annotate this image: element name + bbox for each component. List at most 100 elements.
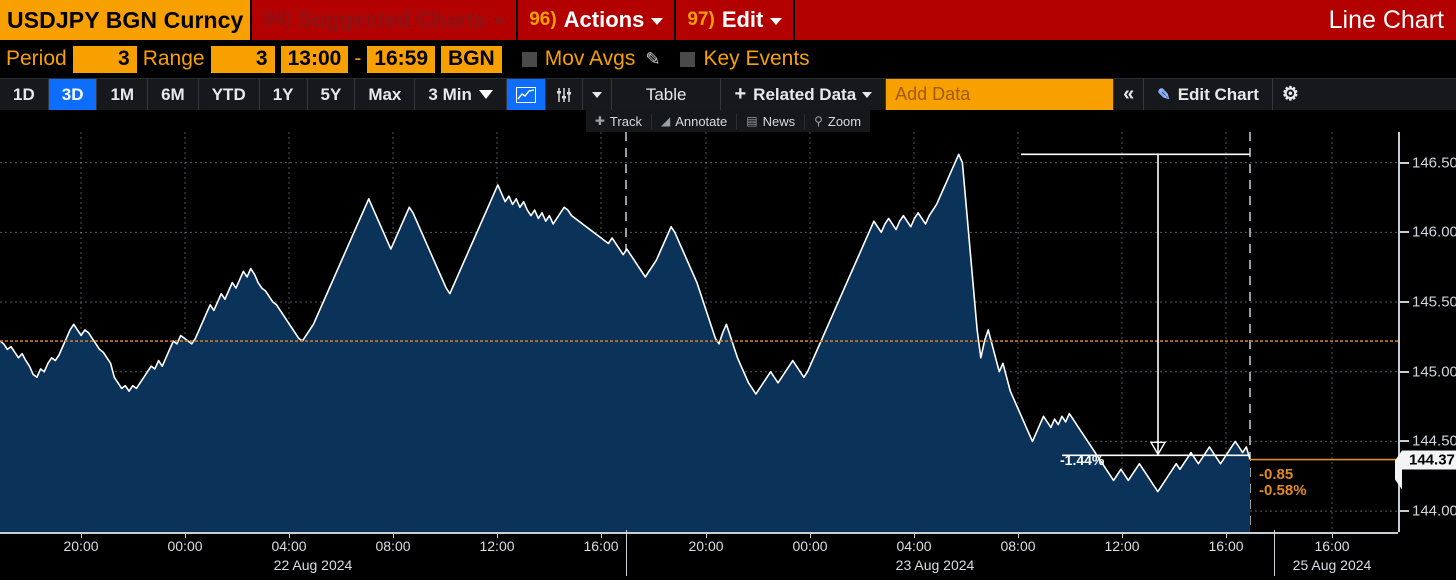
x-axis-tick-mark <box>1122 532 1123 538</box>
actions-button[interactable]: 96) Actions <box>518 0 677 40</box>
time-dash: - <box>354 47 362 70</box>
annotate-label: Annotate <box>675 113 728 129</box>
add-data-placeholder: Add Data <box>895 84 971 104</box>
suggested-charts-button[interactable]: 94) Suggested Charts <box>252 0 519 40</box>
zoom-label: Zoom <box>827 113 862 129</box>
mov-avgs-label: Mov Avgs <box>544 47 636 70</box>
mov-avgs-toggle[interactable]: Mov Avgs ✎ <box>521 47 660 71</box>
table-button[interactable]: Table <box>612 79 722 110</box>
chart-type-line-button[interactable] <box>506 79 546 110</box>
x-axis-tick-mark <box>810 532 811 538</box>
x-axis-tick-mark <box>289 532 290 538</box>
x-axis-tick-label: 12:00 <box>1104 538 1140 554</box>
edit-button[interactable]: 97) Edit <box>676 0 796 40</box>
news-icon: ▤ <box>746 114 758 128</box>
y-axis-tick-label: 146.50 <box>1412 154 1456 172</box>
x-axis-day-separator <box>626 530 627 576</box>
chevron-down-icon <box>770 18 783 25</box>
related-data-button[interactable]: + Related Data <box>721 79 887 110</box>
y-axis-tick-mark <box>1400 301 1409 304</box>
range-button-1d[interactable]: 1D <box>0 79 49 110</box>
range-button-ytd[interactable]: YTD <box>199 79 260 110</box>
related-data-label: Related Data <box>753 84 857 104</box>
change-abs-annotation: -0.85 <box>1259 466 1294 483</box>
y-axis-tick-label: 144.00 <box>1412 502 1456 520</box>
checkbox-icon[interactable] <box>521 51 537 67</box>
time-end-input[interactable]: 16:59 <box>367 45 436 73</box>
bloomberg-chart-window: USDJPY BGN Curncy 94) Suggested Charts 9… <box>0 0 1456 580</box>
plot-canvas[interactable] <box>0 132 1398 532</box>
drop-percent-annotation: -1.44% <box>1060 452 1105 468</box>
y-axis-tick-label: 146.00 <box>1412 223 1456 241</box>
edit-number: 97) <box>687 9 715 30</box>
news-tool-button[interactable]: ▤ News <box>737 113 806 129</box>
sliders-icon <box>556 87 571 102</box>
x-axis-date-label: 25 Aug 2024 <box>1292 557 1372 573</box>
range-button-max[interactable]: Max <box>355 79 416 110</box>
annotate-tool-button[interactable]: ◢ Annotate <box>652 113 738 129</box>
time-start-input[interactable]: 13:00 <box>280 45 349 73</box>
range-input[interactable]: 3 <box>210 45 275 73</box>
y-axis: 146.50 146.00 145.50 145.00 144.50 144.00 144… <box>1395 132 1456 532</box>
x-axis-tick-label: 20:00 <box>63 538 99 554</box>
key-events-toggle[interactable]: Key Events <box>680 47 810 71</box>
range-button-1m[interactable]: 1M <box>97 79 149 110</box>
y-axis-tick-mark <box>1400 231 1409 234</box>
chart-type-title: Line Chart <box>1329 0 1456 40</box>
pencil-icon: ✎ <box>1157 86 1171 104</box>
x-axis-tick-mark <box>706 532 707 538</box>
settings-gear-button[interactable]: ⚙ <box>1273 79 1308 110</box>
collapse-panel-button[interactable]: « <box>1114 79 1145 110</box>
line-chart-icon <box>515 86 536 103</box>
x-axis-tick-label: 04:00 <box>896 538 932 554</box>
zoom-tool-button[interactable]: ⚲ Zoom <box>805 114 870 129</box>
chevron-down-icon <box>591 91 602 98</box>
range-button-3d[interactable]: 3D <box>48 79 98 110</box>
track-tool-button[interactable]: ✚ Track <box>586 113 652 129</box>
range-button-5y[interactable]: 5Y <box>308 79 356 110</box>
gear-icon: ⚙ <box>1281 84 1299 105</box>
title-bar: USDJPY BGN Curncy 94) Suggested Charts 9… <box>0 0 1456 40</box>
suggested-charts-number: 94) <box>263 9 291 30</box>
x-axis-date-label: 22 Aug 2024 <box>273 557 353 573</box>
chevron-down-icon <box>493 18 506 25</box>
ticker-field[interactable]: USDJPY BGN Curncy <box>0 0 253 40</box>
x-axis-tick-label: 00:00 <box>167 538 203 554</box>
actions-number: 96) <box>529 9 557 30</box>
key-events-label: Key Events <box>703 47 810 70</box>
x-axis-tick-mark <box>1226 532 1227 538</box>
x-axis-tick-label: 00:00 <box>792 538 828 554</box>
period-bar: Period 3 Range 3 13:00 - 16:59 BGN Mov A… <box>0 40 1456 78</box>
ticker-label: USDJPY BGN Curncy <box>7 6 244 33</box>
y-axis-tick-mark <box>1400 370 1409 373</box>
x-axis-line <box>0 532 1398 534</box>
y-axis-tick-mark <box>1400 510 1409 513</box>
checkbox-icon[interactable] <box>680 51 696 67</box>
interval-dropdown[interactable]: 3 Min <box>415 79 507 110</box>
y-axis-tick-mark <box>1400 440 1409 443</box>
chart-type-title-label: Line Chart <box>1328 5 1444 34</box>
x-axis-tick-label: 16:00 <box>1208 538 1244 554</box>
more-options-button[interactable] <box>583 79 612 110</box>
range-label: Range <box>142 47 205 70</box>
edit-chart-label: Edit Chart <box>1177 84 1259 104</box>
x-axis-tick-label: 08:00 <box>1000 538 1036 554</box>
chart-settings-button[interactable] <box>546 79 583 110</box>
magnifier-icon: ⚲ <box>814 114 823 128</box>
x-axis-tick-mark <box>914 532 915 538</box>
chart-area: 146.50 146.00 145.50 145.00 144.50 144.00 144… <box>0 132 1456 532</box>
chart-toolbar: 1D 3D 1M 6M YTD 1Y 5Y Max 3 Min Table + … <box>0 78 1456 110</box>
period-label: Period <box>6 47 67 70</box>
period-input[interactable]: 3 <box>72 45 137 73</box>
add-data-input[interactable]: Add Data <box>886 79 1115 110</box>
chevron-down-icon <box>478 90 493 99</box>
range-button-6m[interactable]: 6M <box>148 79 199 110</box>
pencil-icon[interactable]: ✎ <box>645 49 660 70</box>
edit-chart-button[interactable]: ✎ Edit Chart <box>1144 79 1273 110</box>
x-axis-tick-label: 16:00 <box>1314 538 1350 554</box>
track-label: Track <box>609 113 642 129</box>
y-axis-tick-label: 145.00 <box>1412 363 1456 381</box>
range-button-1y[interactable]: 1Y <box>260 79 308 110</box>
actions-label: Actions <box>563 7 645 32</box>
source-input[interactable]: BGN <box>441 45 502 73</box>
